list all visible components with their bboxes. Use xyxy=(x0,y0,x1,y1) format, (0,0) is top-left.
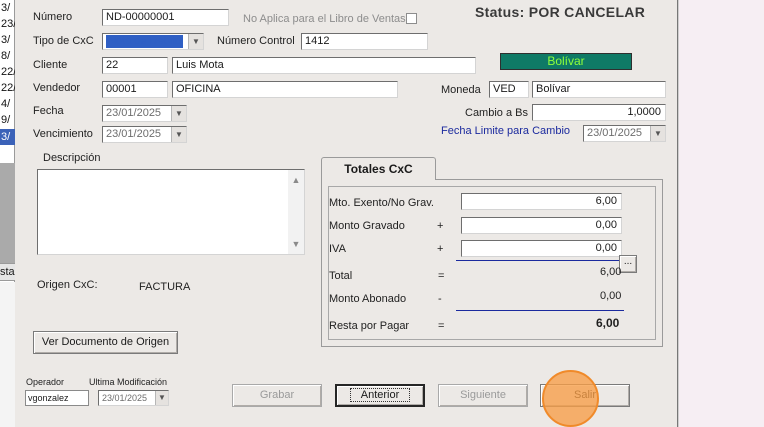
cxc-dialog: Status: POR CANCELAR Número ND-00000001 … xyxy=(15,0,678,427)
moneda-label: Moneda xyxy=(441,84,481,96)
origen-label: Origen CxC: xyxy=(37,279,98,291)
grabar-button[interactable]: Grabar xyxy=(232,384,322,407)
vencimiento-value: 23/01/2025 xyxy=(106,128,162,140)
totales-row-label: Monto Abonado xyxy=(329,293,407,305)
origen-value: FACTURA xyxy=(139,281,191,293)
background-list: 3/ 23/ 3/ 8/ 22/ 22/ 4/ 9/ 3/ sta xyxy=(0,0,15,427)
list-item[interactable]: 22/ xyxy=(0,80,15,96)
list-item[interactable]: 22/ xyxy=(0,64,15,80)
cambio-field[interactable]: 1,0000 xyxy=(532,104,666,121)
totales-row-label: IVA xyxy=(329,243,346,255)
numero-label: Número xyxy=(33,11,73,23)
minus-sign: - xyxy=(438,293,442,305)
total-value: 6,00 xyxy=(600,266,622,278)
moneda-badge: Bolívar xyxy=(500,53,632,70)
numero-field[interactable]: ND-00000001 xyxy=(102,9,229,26)
cambio-label: Cambio a Bs xyxy=(465,107,528,119)
vencimiento-label: Vencimiento xyxy=(33,128,93,140)
fecha-value: 23/01/2025 xyxy=(106,107,162,119)
list-column-header[interactable]: sta xyxy=(0,263,15,281)
chevron-down-icon[interactable]: ▼ xyxy=(188,34,203,49)
vendedor-code-field[interactable]: 00001 xyxy=(102,81,168,98)
list-item[interactable]: 9/ xyxy=(0,112,15,128)
fecha-limite-value: 23/01/2025 xyxy=(587,127,643,139)
tipo-cxc-value: Nota de Débito xyxy=(106,35,184,48)
list-empty-area xyxy=(0,163,15,263)
vendedor-label: Vendedor xyxy=(33,82,81,94)
moneda-code-field[interactable]: VED xyxy=(489,81,529,98)
list-item[interactable]: 3/ xyxy=(0,0,15,16)
divider xyxy=(456,260,624,261)
ultima-mod-field: 23/01/2025 ▼ xyxy=(98,390,169,406)
moneda-name-field[interactable]: Bolívar xyxy=(532,81,666,98)
operador-field: vgonzalez xyxy=(25,390,89,406)
tipo-cxc-select[interactable]: Nota de Débito ▼ xyxy=(102,33,204,50)
chevron-down-icon[interactable]: ▼ xyxy=(290,238,302,250)
ultima-mod-value: 23/01/2025 xyxy=(102,393,148,403)
operador-label: Operador xyxy=(26,377,65,387)
totales-row-label: Monto Gravado xyxy=(329,220,405,232)
numero-control-label: Número Control xyxy=(217,35,295,47)
tipo-cxc-label: Tipo de CxC xyxy=(33,35,94,47)
siguiente-button[interactable]: Siguiente xyxy=(438,384,528,407)
chevron-down-icon[interactable]: ▼ xyxy=(171,127,186,142)
list-item[interactable]: 3/ xyxy=(0,32,15,48)
list-item[interactable]: 8/ xyxy=(0,48,15,64)
descripcion-label: Descripción xyxy=(43,152,101,164)
list-item-selected[interactable]: 3/ xyxy=(0,129,15,145)
fecha-label: Fecha xyxy=(33,105,64,117)
no-aplica-label: No Aplica para el Libro de Ventas xyxy=(243,13,406,25)
list-item[interactable]: 4/ xyxy=(0,96,15,112)
monto-gravado-field[interactable]: 0,00 xyxy=(461,217,622,234)
plus-sign: + xyxy=(437,243,444,255)
equals-sign: = xyxy=(438,270,445,282)
chevron-down-icon: ▼ xyxy=(155,391,168,405)
chevron-down-icon[interactable]: ▼ xyxy=(171,106,186,121)
cliente-name-field[interactable]: Luis Mota xyxy=(172,57,476,74)
ellipsis-button[interactable]: ... xyxy=(619,255,637,273)
anterior-button-label: Anterior xyxy=(349,388,411,402)
totales-row-label: Resta por Pagar xyxy=(329,320,410,332)
totales-row-label: Mto. Exento/No Grav. xyxy=(329,197,434,209)
resta-por-pagar-value: 6,00 xyxy=(596,316,620,330)
list-lower-area xyxy=(0,282,15,427)
scrollbar[interactable]: ▲ ▼ xyxy=(288,170,304,254)
chevron-down-icon[interactable]: ▼ xyxy=(650,126,665,141)
fecha-picker[interactable]: 23/01/2025 ▼ xyxy=(102,105,187,122)
divider xyxy=(456,310,624,311)
plus-sign: + xyxy=(437,220,444,232)
mto-exento-field[interactable]: 6,00 xyxy=(461,193,622,210)
numero-control-field[interactable]: 1412 xyxy=(301,33,428,50)
cliente-code-field[interactable]: 22 xyxy=(102,57,168,74)
no-aplica-checkbox[interactable] xyxy=(406,13,417,24)
vendedor-name-field[interactable]: OFICINA xyxy=(172,81,398,98)
chevron-up-icon[interactable]: ▲ xyxy=(290,174,302,186)
fecha-limite-label: Fecha Limite para Cambio xyxy=(441,125,571,137)
list-item[interactable]: 23/ xyxy=(0,16,15,32)
iva-field[interactable]: 0,00 xyxy=(461,240,622,257)
anterior-button[interactable]: Anterior xyxy=(335,384,425,407)
monto-abonado-value: 0,00 xyxy=(600,290,622,302)
ultima-mod-label: Ultima Modificación xyxy=(89,377,168,387)
status-label: Status: POR CANCELAR xyxy=(475,4,646,20)
ver-documento-button[interactable]: Ver Documento de Origen xyxy=(33,331,178,354)
fecha-limite-picker[interactable]: 23/01/2025 ▼ xyxy=(583,125,666,142)
desktop-background xyxy=(678,0,764,427)
totales-row-label: Total xyxy=(329,270,353,282)
vencimiento-picker[interactable]: 23/01/2025 ▼ xyxy=(102,126,187,143)
cliente-label: Cliente xyxy=(33,59,68,71)
descripcion-textarea[interactable]: ▲ ▼ xyxy=(37,169,305,255)
equals-sign: = xyxy=(438,320,445,332)
click-indicator xyxy=(542,370,599,427)
tab-totales-cxc[interactable]: Totales CxC xyxy=(321,157,436,180)
